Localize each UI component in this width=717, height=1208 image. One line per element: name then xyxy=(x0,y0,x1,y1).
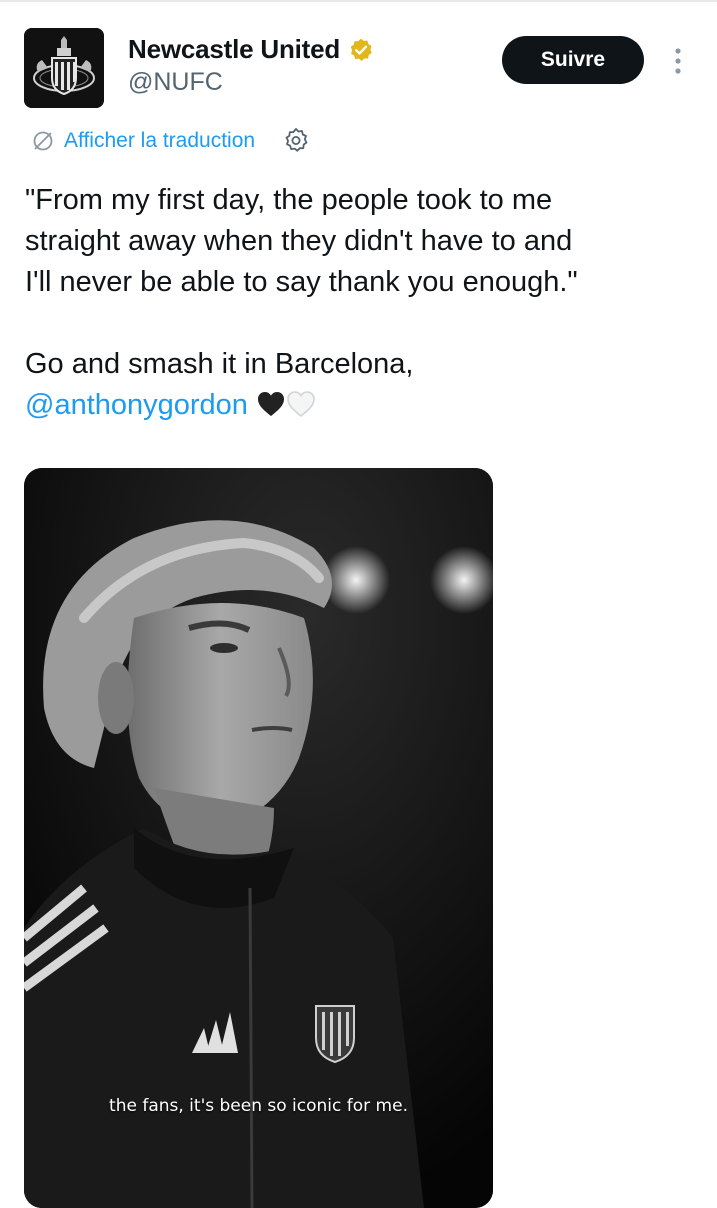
newcastle-crest-icon xyxy=(24,28,104,108)
translation-row: Afficher la traduction xyxy=(32,126,311,156)
tweet-quote-line: straight away when they didn't have to a… xyxy=(25,225,573,257)
tweet-quote-line: "From my first day, the people took to m… xyxy=(25,184,553,216)
display-name[interactable]: Newcastle United xyxy=(128,34,340,65)
more-vertical-icon[interactable] xyxy=(672,46,684,76)
translate-icon xyxy=(32,130,54,152)
show-translation-link[interactable]: Afficher la traduction xyxy=(64,129,255,153)
mention-link[interactable]: @anthonygordon xyxy=(25,389,248,421)
tweet-mention-line: @anthonygordon xyxy=(25,385,705,426)
tweet-text: "From my first day, the people took to m… xyxy=(25,180,705,426)
video-caption: the fans, it's been so iconic for me. xyxy=(109,1096,408,1116)
tweet-media-video[interactable]: the fans, it's been so iconic for me. xyxy=(24,468,493,1208)
verified-badge-icon xyxy=(348,37,374,63)
avatar[interactable] xyxy=(24,28,104,108)
follow-button[interactable]: Suivre xyxy=(502,36,644,84)
account-handle[interactable]: @NUFC xyxy=(128,68,223,97)
tweet-quote-line: I'll never be able to say thank you enou… xyxy=(25,266,578,298)
tweet-closing-line: Go and smash it in Barcelona, xyxy=(25,348,414,380)
top-divider xyxy=(0,0,717,2)
white-heart-icon xyxy=(286,389,316,418)
black-heart-icon xyxy=(256,389,286,417)
account-name-row: Newcastle United xyxy=(128,34,374,65)
gear-icon[interactable] xyxy=(281,126,311,156)
